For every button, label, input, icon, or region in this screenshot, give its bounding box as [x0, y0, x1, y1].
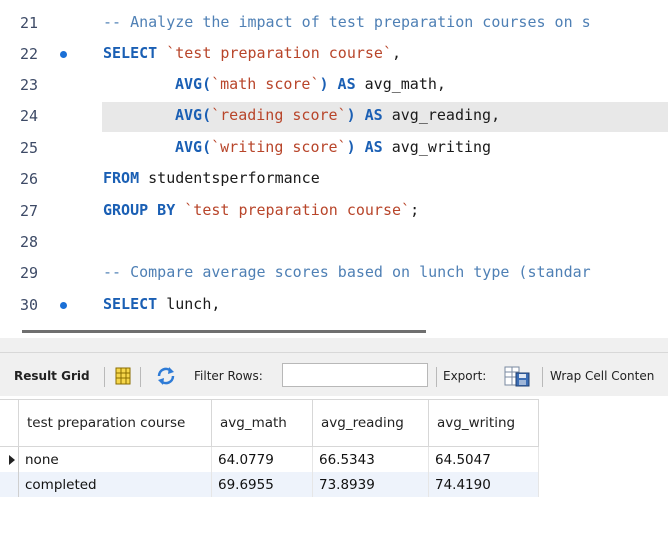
table-cell[interactable]: 73.8939 [312, 472, 429, 497]
panel-splitter[interactable] [0, 338, 668, 352]
toolbar-divider [542, 367, 543, 387]
result-table: test preparation course avg_math avg_rea… [0, 399, 539, 497]
editor-horizontal-scrollbar[interactable] [22, 330, 426, 333]
breakpoint-dot-icon[interactable] [60, 51, 67, 58]
header-row: test preparation course avg_math avg_rea… [0, 399, 539, 447]
column-header[interactable]: avg_math [211, 399, 313, 447]
row-pointer-icon [9, 454, 15, 465]
code-line-26[interactable]: 26 FROM studentsperformance [0, 164, 668, 195]
sql-code: AVG(`math score`) AS avg_math, [175, 75, 446, 93]
table-cell[interactable]: 64.0779 [211, 446, 313, 472]
code-line-22[interactable]: 22 SELECT `test preparation course`, [0, 39, 668, 70]
table-cell[interactable]: completed [18, 472, 212, 497]
toolbar-divider [436, 367, 437, 387]
toolbar-divider [140, 367, 141, 387]
code-line-28[interactable]: 28 [0, 227, 668, 258]
sql-comment: -- Compare average scores based on lunch… [103, 263, 591, 281]
code-line-23[interactable]: 23 AVG(`math score`) AS avg_math, [0, 70, 668, 101]
table-cell[interactable]: 69.6955 [211, 472, 313, 497]
wrap-cell-content-label[interactable]: Wrap Cell Conten [550, 369, 654, 383]
line-number: 21 [20, 14, 39, 32]
line-number: 27 [20, 202, 39, 220]
column-header[interactable]: avg_reading [312, 399, 429, 447]
sql-code: GROUP BY `test preparation course`; [103, 201, 420, 219]
table-row[interactable]: none 64.0779 66.5343 64.5047 [0, 446, 539, 472]
table-cell[interactable]: 66.5343 [312, 446, 429, 472]
sql-code: AVG(`writing score`) AS avg_writing [175, 138, 492, 156]
row-header-corner [0, 399, 19, 447]
line-number: 23 [20, 76, 39, 94]
table-cell[interactable]: 64.5047 [428, 446, 539, 472]
toolbar-divider [104, 367, 105, 387]
row-selector[interactable] [0, 446, 19, 472]
line-number: 28 [20, 233, 39, 251]
row-selector[interactable] [0, 472, 19, 497]
code-line-21[interactable]: 21 -- Analyze the impact of test prepara… [0, 8, 668, 39]
line-number: 29 [20, 264, 39, 282]
sql-code: SELECT lunch, [103, 295, 221, 313]
filter-rows-label: Filter Rows: [194, 369, 263, 383]
column-header[interactable]: avg_writing [428, 399, 539, 447]
table-cell[interactable]: 74.4190 [428, 472, 539, 497]
code-line-25[interactable]: 25 AVG(`writing score`) AS avg_writing [0, 133, 668, 164]
code-line-24[interactable]: 24 AVG(`reading score`) AS avg_reading, [0, 101, 668, 132]
column-header[interactable]: test preparation course [18, 399, 212, 447]
line-number: 25 [20, 139, 39, 157]
code-line-27[interactable]: 27 GROUP BY `test preparation course`; [0, 196, 668, 227]
sql-editor[interactable]: 21 -- Analyze the impact of test prepara… [0, 0, 668, 322]
sql-code: AVG(`reading score`) AS avg_reading, [175, 106, 501, 124]
refresh-icon[interactable] [156, 367, 176, 385]
code-line-30[interactable]: 30 SELECT lunch, [0, 290, 668, 321]
sql-code: SELECT `test preparation course`, [103, 44, 402, 62]
result-grid[interactable]: test preparation course avg_math avg_rea… [0, 396, 668, 540]
line-number: 24 [20, 107, 39, 125]
table-row[interactable]: completed 69.6955 73.8939 74.4190 [0, 472, 539, 497]
result-grid-tab[interactable]: Result Grid [14, 369, 90, 383]
grid-icon[interactable] [115, 367, 131, 385]
export-label: Export: [443, 369, 487, 383]
sql-code: FROM studentsperformance [103, 169, 320, 187]
line-number: 30 [20, 296, 39, 314]
line-number: 26 [20, 170, 39, 188]
filter-rows-input[interactable] [282, 363, 428, 387]
line-number: 22 [20, 45, 39, 63]
table-cell[interactable]: none [18, 446, 212, 472]
result-toolbar: Result Grid Filter Rows: Export: Wrap Ce… [0, 352, 668, 397]
code-line-29[interactable]: 29 -- Compare average scores based on lu… [0, 258, 668, 289]
export-icon[interactable] [504, 365, 532, 387]
breakpoint-dot-icon[interactable] [60, 302, 67, 309]
sql-comment: -- Analyze the impact of test preparatio… [103, 13, 591, 31]
